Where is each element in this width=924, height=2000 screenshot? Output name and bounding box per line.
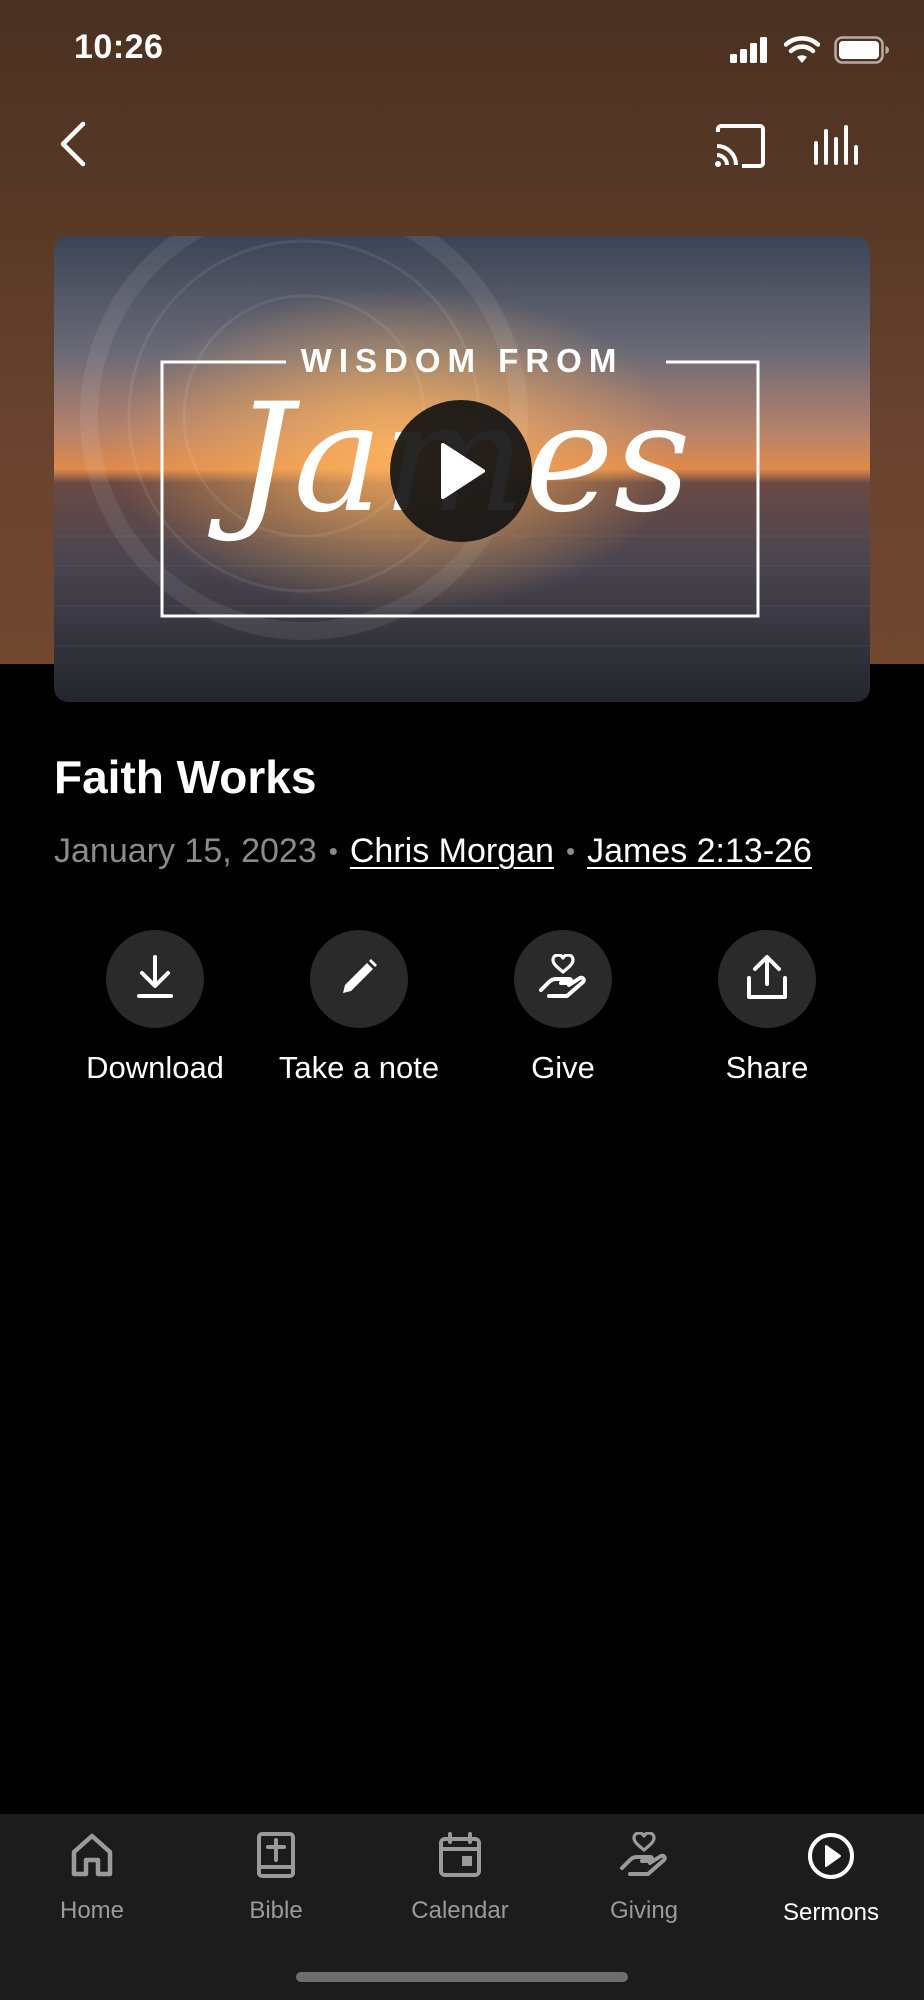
status-bar: 10:26 <box>0 0 924 100</box>
cellular-signal-icon <box>730 37 770 68</box>
tab-giving-label: Giving <box>609 1897 679 1924</box>
sermon-title: Faith Works <box>54 751 317 803</box>
wifi-icon <box>783 36 821 69</box>
take-note-circle[interactable] <box>310 930 408 1028</box>
cast-button[interactable] <box>712 122 768 174</box>
bible-icon <box>256 1832 296 1883</box>
meta-separator: • <box>328 836 338 866</box>
tab-bible[interactable]: Bible <box>184 1832 368 1925</box>
home-indicator <box>296 1972 628 1982</box>
giving-hand-icon <box>620 1831 668 1883</box>
home-icon <box>70 1832 114 1883</box>
tab-bible-label: Bible <box>249 1897 303 1924</box>
status-time: 10:26 <box>74 28 164 66</box>
download-button[interactable]: Download <box>55 930 255 1086</box>
tab-calendar-label: Calendar <box>411 1897 509 1924</box>
meta-separator: • <box>565 836 576 866</box>
take-note-label: Take a note <box>278 1050 440 1085</box>
chevron-left-icon <box>58 121 88 172</box>
status-icons <box>730 36 890 69</box>
tab-sermons[interactable]: Sermons <box>739 1832 923 1927</box>
give-button[interactable]: Give <box>463 930 663 1086</box>
sermon-artwork[interactable]: WISDOM FROM James <box>54 236 870 702</box>
giving-hand-icon <box>539 952 587 1005</box>
audio-levels-button[interactable] <box>810 122 866 174</box>
pencil-icon <box>339 957 379 1002</box>
give-label: Give <box>531 1050 595 1085</box>
tab-calendar[interactable]: Calendar <box>368 1832 552 1925</box>
action-row: Download Take a note Give Share <box>0 930 924 1100</box>
tab-home-label: Home <box>59 1897 125 1924</box>
download-icon <box>136 954 174 1004</box>
give-circle[interactable] <box>514 930 612 1028</box>
share-label: Share <box>725 1050 809 1085</box>
back-button[interactable] <box>50 118 96 174</box>
audio-bars-icon <box>812 124 864 172</box>
tab-giving[interactable]: Giving <box>552 1831 736 1925</box>
download-label: Download <box>86 1050 224 1085</box>
share-button[interactable]: Share <box>667 930 867 1086</box>
tab-home[interactable]: Home <box>0 1832 184 1925</box>
play-icon <box>435 442 487 500</box>
share-circle[interactable] <box>718 930 816 1028</box>
take-note-button[interactable]: Take a note <box>259 930 459 1086</box>
battery-icon <box>834 36 890 69</box>
sermon-meta: January 15, 2023 • Chris Morgan • James … <box>54 832 812 871</box>
tab-sermons-label: Sermons <box>782 1899 880 1926</box>
calendar-icon <box>438 1832 482 1883</box>
download-circle[interactable] <box>106 930 204 1028</box>
cast-icon <box>714 123 766 173</box>
play-circle-icon <box>807 1832 855 1885</box>
sermon-date: January 15, 2023 <box>54 832 317 870</box>
play-button[interactable] <box>390 400 532 542</box>
share-icon <box>746 954 788 1005</box>
scripture-link[interactable]: James 2:13-26 <box>587 832 812 871</box>
speaker-link[interactable]: Chris Morgan <box>350 832 554 871</box>
